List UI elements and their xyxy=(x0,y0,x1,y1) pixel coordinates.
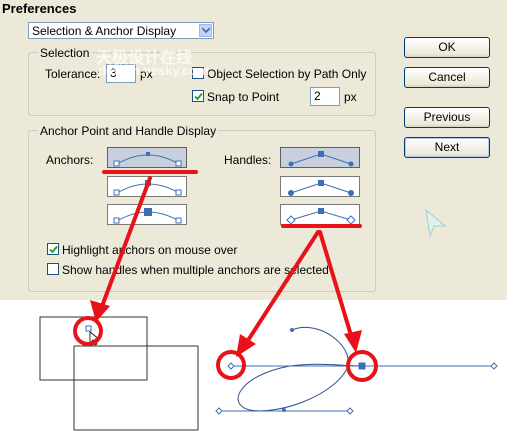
red-annotations xyxy=(73,170,378,382)
mouse-pointer-icon xyxy=(425,208,447,238)
selected-anchor-point xyxy=(85,325,92,332)
square-shapes xyxy=(39,316,199,431)
illustration-overlay xyxy=(39,170,498,431)
red-arrowheads xyxy=(90,300,362,357)
